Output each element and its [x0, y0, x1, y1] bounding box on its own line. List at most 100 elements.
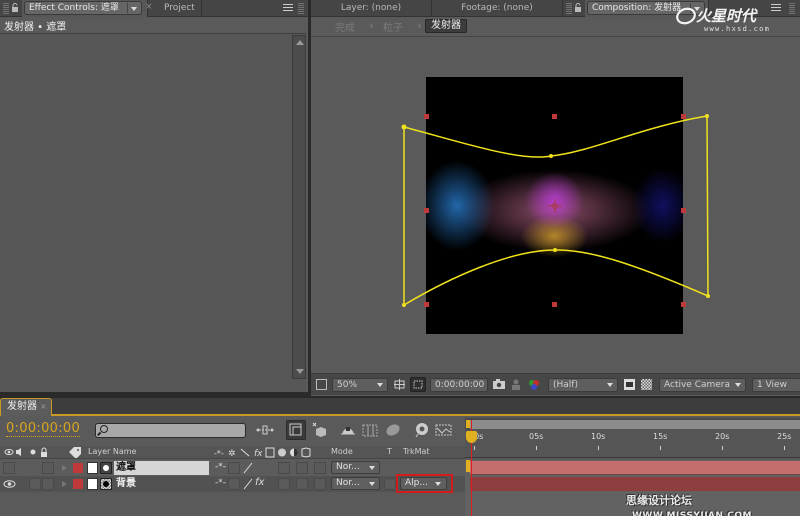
adjustment-switch[interactable] — [296, 478, 308, 490]
camera-view-dropdown[interactable]: Active Camera — [659, 378, 746, 392]
region-of-interest-icon[interactable] — [624, 379, 635, 390]
always-preview-icon[interactable] — [316, 379, 327, 390]
layer-name[interactable]: 遮罩 — [114, 461, 209, 475]
tab-layer[interactable]: Layer: (none) — [311, 0, 432, 17]
motion-blur-icon[interactable] — [382, 420, 402, 440]
time-ruler[interactable] — [465, 430, 800, 458]
tab-timeline-emitter[interactable]: 发射器 × — [0, 398, 52, 416]
layer-duration-bar[interactable] — [470, 461, 800, 475]
crumb-particles[interactable]: 粒子 — [383, 19, 403, 34]
effect-breadcrumb: 发射器 • 遮罩 — [4, 22, 67, 33]
comp-mini-flowchart-icon[interactable] — [255, 420, 275, 440]
mask-path[interactable] — [403, 115, 709, 307]
layer-handle[interactable] — [424, 114, 429, 119]
scroll-up-icon[interactable] — [296, 40, 304, 45]
twirl-expand-icon[interactable] — [62, 465, 67, 471]
scroll-down-icon[interactable] — [296, 369, 304, 374]
layer-handle[interactable] — [681, 208, 686, 213]
mask-visibility-icon[interactable] — [410, 377, 426, 392]
twirl-expand-icon[interactable] — [62, 481, 67, 487]
shy-switch-icon[interactable]: -*- — [215, 462, 226, 472]
panel-menu-icon[interactable] — [283, 4, 293, 12]
transparency-grid-icon[interactable] — [641, 379, 652, 390]
effect-controls-tabbar: Effect Controls: 遮罩 × Project — [0, 0, 308, 17]
tab-effect-controls[interactable]: Effect Controls: 遮罩 — [22, 0, 148, 17]
layer-search-input[interactable] — [95, 423, 246, 438]
motion-blur-switch[interactable] — [278, 478, 290, 490]
column-mode[interactable]: Mode — [331, 447, 353, 456]
preserve-transparency-toggle[interactable] — [384, 478, 396, 490]
mask-vertex[interactable] — [402, 303, 406, 307]
draft-3d-icon[interactable] — [310, 420, 330, 440]
blend-mode-value: Nor... — [336, 478, 360, 488]
layer-duration-bar[interactable] — [470, 477, 800, 491]
column-t[interactable]: T — [387, 447, 392, 456]
3d-layer-switch[interactable] — [314, 462, 326, 474]
timeline-current-time[interactable]: 0:00:00:00 — [6, 422, 81, 437]
hide-shy-layers-icon[interactable] — [338, 420, 358, 440]
show-snapshot-icon[interactable] — [511, 379, 522, 390]
panel-grip[interactable] — [3, 3, 9, 14]
rgb-channel-icon[interactable] — [528, 379, 541, 390]
composition-viewer[interactable] — [311, 36, 800, 372]
layer-handle[interactable] — [424, 208, 429, 213]
lock-toggle[interactable] — [42, 478, 54, 490]
solo-toggle[interactable] — [29, 478, 41, 490]
quality-line-icon[interactable] — [243, 462, 253, 477]
layer-handle[interactable] — [424, 302, 429, 307]
mask-vertex[interactable] — [706, 294, 710, 298]
layer-handle[interactable] — [681, 114, 686, 119]
crumb-done[interactable]: 完成 — [335, 19, 355, 34]
grid-guide-icon[interactable] — [394, 379, 405, 390]
dropdown-arrow-icon[interactable] — [127, 3, 139, 13]
lock-icon[interactable] — [11, 3, 19, 13]
motion-blur-switch[interactable] — [278, 462, 290, 474]
brainstorm-icon[interactable] — [412, 420, 432, 440]
mask-vertex[interactable] — [549, 154, 553, 158]
ruler-tick — [660, 446, 661, 450]
layer-handle[interactable] — [552, 114, 557, 119]
label-color-swatch[interactable] — [73, 479, 83, 489]
layer-handle[interactable] — [681, 302, 686, 307]
work-area-bar[interactable] — [470, 420, 800, 430]
frame-blending-icon[interactable] — [360, 420, 380, 440]
blend-mode-dropdown[interactable]: Nor... — [331, 477, 380, 490]
quality-line-icon[interactable] — [243, 478, 253, 493]
magnification-dropdown[interactable]: 50% — [332, 378, 388, 392]
column-layer-name[interactable]: Layer Name — [88, 447, 136, 456]
live-update-icon[interactable] — [286, 420, 306, 440]
3d-layer-switch[interactable] — [314, 478, 326, 490]
lock-toggle[interactable] — [42, 462, 54, 474]
collapse-switch[interactable] — [228, 478, 240, 490]
graph-editor-icon[interactable] — [434, 420, 454, 440]
label-color-swatch[interactable] — [73, 463, 83, 473]
view-layout-dropdown[interactable]: 1 View — [752, 378, 800, 392]
column-trkmat[interactable]: TrkMat — [403, 447, 430, 456]
resolution-dropdown[interactable]: (Half) — [548, 378, 618, 392]
adjustment-switch[interactable] — [296, 462, 308, 474]
mask-vertex[interactable] — [401, 124, 407, 130]
close-icon[interactable]: × — [40, 402, 47, 411]
current-time-field[interactable]: 0:00:00:00 — [430, 378, 488, 392]
anchor-point-icon[interactable] — [548, 199, 562, 213]
layer-name[interactable]: 背景 — [114, 477, 209, 491]
snapshot-camera-icon[interactable] — [493, 379, 505, 390]
visibility-toggle[interactable] — [3, 462, 15, 474]
mask-vertex[interactable] — [553, 248, 557, 252]
tab-footage[interactable]: Footage: (none) — [432, 0, 563, 17]
panel-grip[interactable] — [298, 3, 304, 14]
layer-handle[interactable] — [552, 302, 557, 307]
mask-vertex[interactable] — [705, 114, 709, 118]
quality-switch[interactable] — [228, 462, 240, 474]
panel-grip[interactable] — [566, 3, 572, 14]
lock-icon[interactable] — [574, 3, 582, 13]
blend-mode-dropdown[interactable]: Nor... — [331, 461, 380, 474]
tab-project[interactable]: Project — [152, 0, 202, 17]
fx-icon[interactable]: fx — [255, 477, 264, 488]
crumb-emitter[interactable]: 发射器 — [425, 19, 467, 33]
current-time-indicator[interactable] — [466, 431, 477, 443]
eye-icon[interactable] — [3, 479, 16, 492]
watermark: 思缘设计论坛 WWW.MISSYUAN.COM — [626, 492, 800, 516]
vertical-scrollbar[interactable] — [292, 35, 306, 379]
shy-switch-icon[interactable]: -*- — [215, 478, 226, 488]
